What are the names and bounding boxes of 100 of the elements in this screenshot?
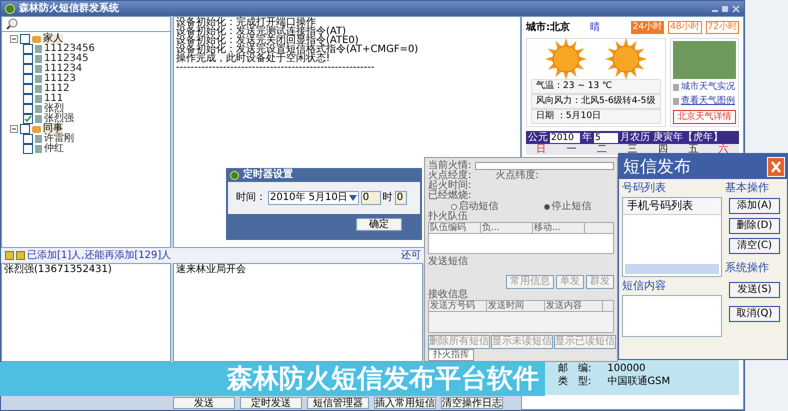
- button[interactable]: 删除(D): [729, 218, 780, 234]
- tab[interactable]: 扑火指挥: [428, 349, 474, 361]
- month-select[interactable]: 5: [594, 132, 618, 142]
- weekday-label: 六: [718, 144, 730, 155]
- weekday-label: 一: [566, 144, 578, 155]
- button[interactable]: 清空操作日志: [441, 397, 503, 409]
- column-header[interactable]: 发送方号码: [429, 300, 487, 311]
- hour-field[interactable]: 0: [360, 191, 381, 205]
- field-label: 已经燃烧:: [428, 191, 472, 201]
- info-label: 类 型:: [558, 375, 592, 388]
- button[interactable]: 插入常用短信: [374, 397, 436, 409]
- tree-item[interactable]: 张烈强: [44, 114, 74, 124]
- weather-detail-button[interactable]: 北京天气详情: [673, 110, 736, 124]
- column-header[interactable]: 手机号码列表: [623, 198, 721, 215]
- sun-icon: [604, 37, 648, 81]
- checkbox[interactable]: [23, 134, 33, 144]
- button[interactable]: 确定: [356, 218, 402, 231]
- message-field[interactable]: 速来林业局开会: [173, 263, 423, 362]
- checkbox[interactable]: [23, 94, 33, 104]
- button[interactable]: 添加(A): [729, 198, 780, 214]
- checkbox[interactable]: [23, 104, 33, 114]
- tree-item[interactable]: 1112: [44, 84, 70, 94]
- field-label: 火点纬度:: [495, 171, 539, 181]
- window-controls-icon[interactable]: [712, 4, 740, 12]
- checkbox[interactable]: [23, 44, 33, 54]
- calendar-label: 公元: [528, 132, 548, 143]
- weekday-label: 五: [687, 144, 700, 155]
- tree-item[interactable]: 张烈: [44, 104, 64, 114]
- minute-field[interactable]: 0: [394, 191, 407, 205]
- column-header[interactable]: 移动...: [533, 223, 585, 233]
- tree-item[interactable]: 家人: [43, 34, 63, 44]
- column-header[interactable]: 发送时间: [487, 300, 545, 311]
- button[interactable]: 清空(C): [729, 238, 780, 254]
- tree-item[interactable]: 1112345: [44, 54, 89, 64]
- tree-item[interactable]: 11123456: [44, 44, 95, 54]
- date-picker[interactable]: 2010年 5月10日: [268, 191, 359, 205]
- calendar-label: 年: [582, 132, 592, 143]
- checkbox[interactable]: [23, 114, 33, 124]
- weather-link[interactable]: 查看天气图例: [681, 96, 735, 107]
- window-title: 短信发布: [623, 156, 692, 176]
- close-icon[interactable]: [767, 156, 785, 176]
- button[interactable]: 发送: [173, 397, 235, 409]
- sun-icon: [544, 37, 588, 81]
- column-header[interactable]: 负...: [481, 223, 533, 233]
- dialog-title: 定时器设置: [243, 169, 293, 181]
- horizontal-scrollbar[interactable]: [625, 264, 719, 274]
- log-line: 设备初始化：完成打开端口操作: [176, 18, 316, 27]
- folder-icon: [32, 36, 41, 42]
- collapse-icon[interactable]: [10, 35, 18, 43]
- fire-select[interactable]: [475, 162, 614, 170]
- calendar-label: 月农历 庚寅年【虎年】: [620, 132, 724, 143]
- column-header[interactable]: 发送内容: [545, 300, 603, 311]
- checkbox[interactable]: [20, 34, 30, 44]
- collapse-icon[interactable]: [10, 125, 18, 133]
- column-header[interactable]: 队伍编码: [429, 223, 481, 233]
- group-title: 短信内容: [622, 280, 667, 292]
- button[interactable]: 定时发送: [240, 397, 302, 409]
- field-label: 当前火情:: [428, 160, 472, 171]
- tree-item[interactable]: 同事: [43, 124, 63, 134]
- tree-item[interactable]: 许雷刚: [44, 134, 74, 144]
- year-select[interactable]: 2010: [550, 132, 580, 142]
- dropdown-icon: [348, 195, 357, 201]
- log-line: 操作完成，此时设备处于空闲状态!: [176, 54, 330, 63]
- group-title: 号码列表: [622, 182, 667, 194]
- radio-label: 启动短信: [458, 201, 498, 212]
- sms-content-field[interactable]: [622, 295, 722, 337]
- button[interactable]: 取消(Q): [729, 306, 780, 322]
- group-title: 扑火队伍: [428, 212, 469, 222]
- banner-title: 森林防火短信发布平台软件: [227, 364, 539, 394]
- weather-link[interactable]: 城市天气实况: [681, 82, 735, 93]
- photo-placeholder: [673, 41, 736, 79]
- checkbox[interactable]: [23, 54, 33, 64]
- recipient-item[interactable]: 张烈强(13671352431): [4, 264, 168, 276]
- field-label: 起火时间:: [428, 181, 472, 191]
- folder-icon: [32, 126, 41, 132]
- group-title: 基本操作: [725, 182, 770, 194]
- checkbox[interactable]: [23, 64, 33, 74]
- radio-button[interactable]: [450, 204, 456, 210]
- tree-item[interactable]: 仲红: [44, 144, 64, 154]
- group-title: 系统操作: [725, 262, 770, 274]
- button[interactable]: 短信管理器: [307, 397, 369, 409]
- weekday-label: 二: [596, 144, 608, 155]
- field-label: 火点经度:: [428, 171, 472, 181]
- weekday-label: 日: [535, 144, 548, 155]
- button[interactable]: 发送(S): [729, 282, 780, 298]
- tree-item[interactable]: 111: [44, 94, 64, 104]
- log-line: -------------------------------------------------------: [176, 63, 376, 72]
- tree-item[interactable]: 111234: [44, 64, 82, 74]
- tree-item[interactable]: 11123: [44, 74, 76, 84]
- search-icon[interactable]: [6, 18, 18, 30]
- checkbox[interactable]: [23, 144, 33, 154]
- checkbox[interactable]: [23, 74, 33, 84]
- info-value: 100000: [607, 362, 646, 375]
- weather-info: 日期 ：5月10日: [531, 109, 661, 124]
- radio-label: 停止短信: [552, 201, 592, 212]
- weather-info: 风向风力：北风5-6级转4-5级: [531, 94, 661, 109]
- status-text: 还可: [401, 250, 421, 262]
- checkbox[interactable]: [23, 84, 33, 94]
- radio-button[interactable]: [544, 204, 550, 210]
- checkbox[interactable]: [20, 124, 30, 134]
